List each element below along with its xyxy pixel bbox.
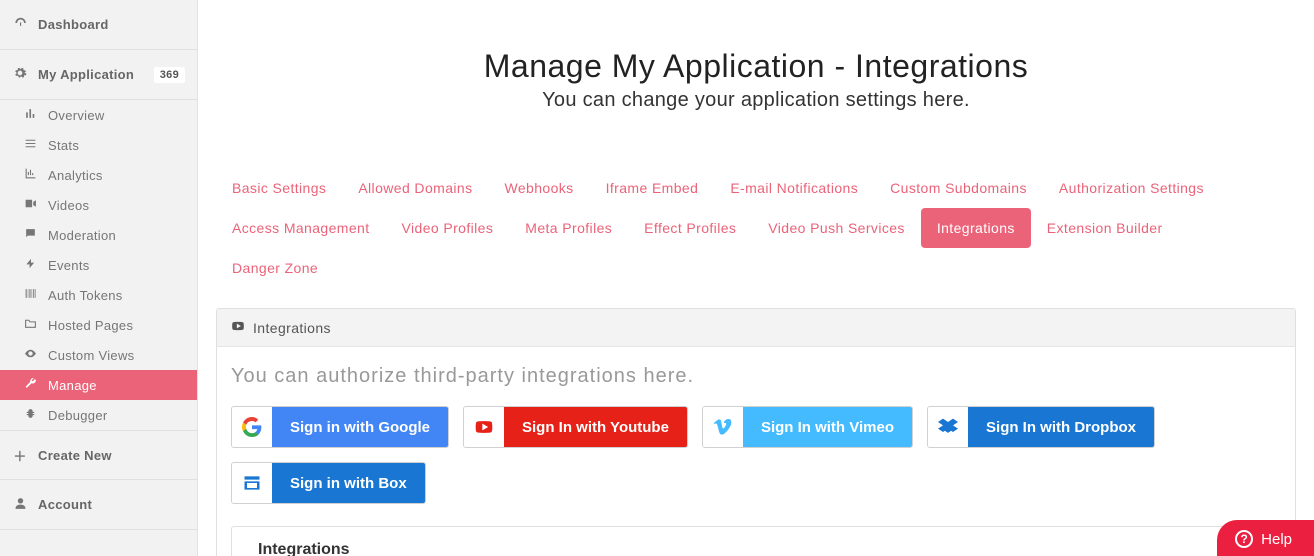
tab-danger-zone[interactable]: Danger Zone — [216, 248, 334, 288]
tab-meta-profiles[interactable]: Meta Profiles — [509, 208, 628, 248]
sidebar-account[interactable]: Account — [0, 480, 197, 530]
user-icon — [12, 497, 28, 513]
folder-icon — [22, 317, 38, 333]
tab-integrations[interactable]: Integrations — [921, 208, 1031, 248]
sidebar-dashboard[interactable]: Dashboard — [0, 0, 197, 50]
help-button[interactable]: ? Help — [1217, 520, 1314, 556]
sidebar-item-label: Events — [48, 258, 90, 273]
settings-tabs: Basic SettingsAllowed DomainsWebhooksIfr… — [216, 168, 1296, 288]
tab-webhooks[interactable]: Webhooks — [488, 168, 589, 208]
bar-icon — [22, 107, 38, 123]
signin-youtube-label: Sign In with Youtube — [504, 407, 687, 447]
box-icon — [232, 463, 272, 503]
sidebar-item-label: Overview — [48, 108, 105, 123]
sidebar-item-stats[interactable]: Stats — [0, 130, 197, 160]
eye-icon — [22, 347, 38, 363]
sidebar-item-analytics[interactable]: Analytics — [0, 160, 197, 190]
tab-e-mail-notifications[interactable]: E-mail Notifications — [714, 168, 874, 208]
sidebar-item-overview[interactable]: Overview — [0, 100, 197, 130]
signin-vimeo-button[interactable]: Sign In with Vimeo — [702, 406, 913, 448]
sidebar-account-label: Account — [38, 497, 92, 512]
list-icon — [22, 137, 38, 153]
bolt-icon — [22, 257, 38, 273]
sidebar-item-debugger[interactable]: Debugger — [0, 400, 197, 430]
tab-custom-subdomains[interactable]: Custom Subdomains — [874, 168, 1043, 208]
sidebar-item-label: Moderation — [48, 228, 116, 243]
barcode-icon — [22, 287, 38, 303]
sidebar-app[interactable]: My Application 369 — [0, 50, 197, 100]
sidebar-item-hosted-pages[interactable]: Hosted Pages — [0, 310, 197, 340]
sidebar-dashboard-label: Dashboard — [38, 17, 109, 32]
sidebar-item-label: Analytics — [48, 168, 103, 183]
signin-dropbox-label: Sign In with Dropbox — [968, 407, 1154, 447]
sidebar-item-label: Custom Views — [48, 348, 134, 363]
sidebar-item-auth-tokens[interactable]: Auth Tokens — [0, 280, 197, 310]
chat-icon — [22, 227, 38, 243]
sidebar-create-new[interactable]: ＋ Create New — [0, 430, 197, 480]
sidebar-item-manage[interactable]: Manage — [0, 370, 197, 400]
signin-youtube-button[interactable]: Sign In with Youtube — [463, 406, 688, 448]
sidebar-item-moderation[interactable]: Moderation — [0, 220, 197, 250]
sidebar-item-label: Hosted Pages — [48, 318, 133, 333]
sidebar-item-custom-views[interactable]: Custom Views — [0, 340, 197, 370]
sidebar-item-label: Debugger — [48, 408, 108, 423]
integrations-panel-head: Integrations — [217, 309, 1295, 347]
signin-vimeo-label: Sign In with Vimeo — [743, 407, 912, 447]
chart-icon — [22, 167, 38, 183]
sidebar-item-label: Manage — [48, 378, 97, 393]
signin-google-button[interactable]: Sign in with Google — [231, 406, 449, 448]
tab-authorization-settings[interactable]: Authorization Settings — [1043, 168, 1220, 208]
tab-iframe-embed[interactable]: Iframe Embed — [590, 168, 715, 208]
signin-box-label: Sign in with Box — [272, 463, 425, 503]
page-subtitle: You can change your application settings… — [198, 89, 1314, 112]
tab-video-profiles[interactable]: Video Profiles — [386, 208, 510, 248]
tab-video-push-services[interactable]: Video Push Services — [752, 208, 921, 248]
sidebar-app-badge: 369 — [154, 67, 185, 83]
wrench-icon — [22, 377, 38, 393]
integrations-panel-desc: You can authorize third-party integratio… — [231, 365, 1281, 388]
bug-icon — [22, 407, 38, 423]
signin-buttons-row: Sign in with Google Sign In with Youtube… — [231, 406, 1281, 504]
youtube-icon — [231, 319, 245, 336]
sidebar-app-label: My Application — [38, 67, 134, 82]
sidebar-item-label: Stats — [48, 138, 79, 153]
sidebar: Dashboard My Application 369 Overview Sta… — [0, 0, 198, 556]
tab-extension-builder[interactable]: Extension Builder — [1031, 208, 1179, 248]
sidebar-item-events[interactable]: Events — [0, 250, 197, 280]
google-icon — [232, 407, 272, 447]
sidebar-item-label: Videos — [48, 198, 89, 213]
integrations-sub-panel: Integrations — [231, 526, 1281, 556]
dashboard-icon — [12, 16, 28, 33]
sidebar-create-label: Create New — [38, 448, 112, 463]
plus-icon: ＋ — [12, 446, 28, 465]
integrations-sub-panel-head: Integrations — [232, 527, 1280, 556]
vimeo-icon — [703, 407, 743, 447]
main-content: Manage My Application - Integrations You… — [198, 0, 1314, 556]
page-title: Manage My Application - Integrations — [198, 48, 1314, 85]
tab-effect-profiles[interactable]: Effect Profiles — [628, 208, 752, 248]
youtube-brand-icon — [464, 407, 504, 447]
tab-basic-settings[interactable]: Basic Settings — [216, 168, 342, 208]
sidebar-item-label: Auth Tokens — [48, 288, 123, 303]
help-icon: ? — [1235, 530, 1253, 548]
gear-icon — [12, 66, 28, 83]
tab-allowed-domains[interactable]: Allowed Domains — [342, 168, 488, 208]
video-icon — [22, 197, 38, 213]
dropbox-icon — [928, 407, 968, 447]
sidebar-item-videos[interactable]: Videos — [0, 190, 197, 220]
signin-google-label: Sign in with Google — [272, 407, 448, 447]
integrations-panel-title: Integrations — [253, 320, 331, 336]
signin-dropbox-button[interactable]: Sign In with Dropbox — [927, 406, 1155, 448]
integrations-panel: Integrations You can authorize third-par… — [216, 308, 1296, 556]
tab-access-management[interactable]: Access Management — [216, 208, 386, 248]
signin-box-button[interactable]: Sign in with Box — [231, 462, 426, 504]
help-label: Help — [1261, 531, 1292, 548]
